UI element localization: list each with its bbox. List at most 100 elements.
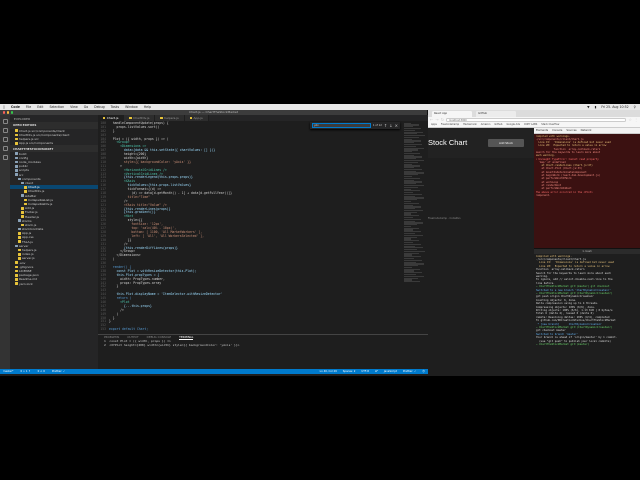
- bookmark-item[interactable]: Stack Overflow: [541, 123, 559, 126]
- folder-icon: [21, 194, 24, 197]
- devtools-tab[interactable]: Elements: [536, 128, 548, 133]
- bottom-panel: PROBLEMS OUTPUT DEBUG CONSOLE TERMINAL 1 co…: [98, 334, 428, 369]
- arrow-up-icon[interactable]: ↑: [384, 123, 387, 128]
- menu-window[interactable]: Window: [125, 105, 138, 109]
- file-icon: [21, 206, 24, 210]
- bookmark-item[interactable]: Amazon: [481, 123, 491, 126]
- search-icon[interactable]: [2, 128, 8, 133]
- page-footer[interactable]: FreeCodeCamp - CodePen: [428, 217, 460, 220]
- menu-go[interactable]: Go: [84, 105, 88, 109]
- vscode-window: Chart.js — ChartTheStockMarket EXPLORER …: [0, 110, 428, 374]
- file-icon: [24, 202, 27, 206]
- menu-clock[interactable]: Fri 25. Aug 10:52: [601, 105, 628, 109]
- file-icon: [18, 240, 21, 244]
- url-bar[interactable]: localhost:3000: [446, 117, 627, 122]
- explorer-sidebar: EXPLORER OPEN EDITORS Chart.js src/compo…: [10, 115, 98, 369]
- smiley-icon[interactable]: ☺: [422, 369, 425, 374]
- terminal-output[interactable]: Compiled with warnings. ./src/components/…: [534, 254, 640, 348]
- editor-tab[interactable]: App.js: [184, 115, 209, 121]
- panel-tab[interactable]: TERMINAL: [179, 335, 194, 340]
- file-icon: [18, 257, 21, 260]
- open-editor-label: App.js src/components: [18, 141, 54, 146]
- close-icon[interactable]: ×: [395, 123, 398, 128]
- search-icon[interactable]: ⚲: [634, 105, 636, 109]
- menu-selection[interactable]: Selection: [49, 105, 64, 109]
- js-file-icon: [15, 129, 18, 132]
- file-icon: [21, 223, 24, 227]
- apple-icon[interactable]: : [3, 105, 5, 109]
- forward-icon[interactable]: →: [435, 117, 438, 122]
- status-problems[interactable]: 0 ⚠ 0: [38, 369, 45, 374]
- devtools-tab[interactable]: Console: [552, 128, 562, 133]
- source-control-icon[interactable]: [2, 137, 8, 142]
- menu-icon[interactable]: ⋮: [634, 117, 638, 122]
- devtools-tab[interactable]: Sources: [566, 128, 576, 133]
- browser-tabs: React App GitHub: [428, 110, 640, 117]
- status-eol[interactable]: LF: [375, 369, 378, 374]
- file-icon: [21, 215, 24, 218]
- bookmark-item[interactable]: FreeCodeCamp: [441, 123, 459, 126]
- js-file-icon: [15, 137, 18, 141]
- folder-icon: [15, 165, 18, 168]
- file-icon: [18, 252, 21, 256]
- bookmark-item[interactable]: COPY LABS: [524, 123, 537, 126]
- browser-tab[interactable]: GitHub: [476, 111, 516, 117]
- status-language[interactable]: JavaScript: [384, 369, 397, 374]
- menu-edit[interactable]: Edit: [37, 105, 43, 109]
- add-stock-button[interactable]: Add Stock: [488, 138, 524, 147]
- terminal-line: ~ ChartTheStockMarket git:(master): [536, 343, 591, 347]
- close-window-button[interactable]: [3, 111, 6, 114]
- find-input[interactable]: yAx: [312, 123, 371, 128]
- reload-icon[interactable]: ↻: [441, 117, 444, 122]
- panel-line: 2 <XYPlot height={200} width={width} sty…: [104, 342, 240, 347]
- folder-icon: [21, 181, 24, 185]
- star-icon[interactable]: ☆: [628, 117, 632, 122]
- window-title: Chart.js — ChartTheStockMarket: [189, 110, 238, 114]
- code-editor[interactable]: 100 handleComponentUpdate(props) {101 pr…: [98, 121, 428, 334]
- bookmark-item[interactable]: Google Ads: [506, 123, 520, 126]
- devtools-panel: Elements Console Sources Network Compiled w…: [534, 127, 640, 248]
- menu-debug[interactable]: Debug: [94, 105, 104, 109]
- extensions-icon[interactable]: [2, 155, 8, 160]
- status-sync[interactable]: 0 ↓ 1 ↑: [20, 369, 30, 374]
- file-icon: [24, 190, 27, 193]
- status-prettier[interactable]: Prettier: ✓: [403, 369, 416, 374]
- menu-help[interactable]: Help: [144, 105, 151, 109]
- error-line: component.: [535, 193, 551, 197]
- back-icon[interactable]: ←: [430, 117, 433, 122]
- status-position[interactable]: Ln 40, Col 29: [320, 369, 337, 374]
- file-item[interactable]: yarn.lock: [10, 282, 98, 286]
- file-icon: [18, 232, 21, 235]
- battery-icon[interactable]: ▮: [595, 105, 597, 109]
- debug-icon[interactable]: [2, 146, 8, 151]
- minimap[interactable]: [404, 122, 426, 302]
- maximize-window-button[interactable]: [10, 111, 14, 114]
- files-icon[interactable]: [2, 119, 8, 124]
- file-icon: [18, 236, 21, 239]
- app-header: Stock Chart Add Stock FreeCodeCamp - Cod…: [428, 127, 534, 220]
- menu-app-name[interactable]: Code: [11, 105, 20, 109]
- minimize-window-button[interactable]: [6, 111, 10, 114]
- menu-tasks[interactable]: Tasks: [111, 105, 120, 109]
- bookmark-item[interactable]: Apps: [431, 123, 437, 126]
- error-overlay: Compiled with warnings. ./src/components/…: [534, 133, 640, 248]
- folder-icon: [18, 219, 21, 223]
- browser-tab[interactable]: React App: [432, 111, 472, 117]
- bookmark-item[interactable]: Hackerrank: [463, 123, 477, 126]
- status-branch[interactable]: master*: [3, 369, 13, 374]
- arrow-down-icon[interactable]: ↓: [389, 123, 392, 128]
- devtools-tab[interactable]: Network: [581, 128, 592, 133]
- menu-view[interactable]: View: [70, 105, 78, 109]
- status-prettier-left[interactable]: Prettier: ✓: [52, 369, 65, 374]
- bookmark-item[interactable]: Github: [494, 123, 502, 126]
- browser-window: React App GitHub ← → ↻ localhost:3000 ☆ …: [428, 110, 640, 374]
- file-icon: [21, 211, 24, 214]
- terminal-window: 1. bash Compiled with warnings. ./src/com…: [534, 247, 640, 374]
- folder-icon: [15, 169, 18, 172]
- menu-file[interactable]: File: [26, 105, 31, 109]
- status-encoding[interactable]: UTF-8: [361, 369, 369, 374]
- folder-icon: [15, 152, 18, 156]
- file-icon: [15, 265, 18, 269]
- wifi-icon[interactable]: ▼: [587, 105, 589, 109]
- status-spaces[interactable]: Spaces: 2: [343, 369, 356, 374]
